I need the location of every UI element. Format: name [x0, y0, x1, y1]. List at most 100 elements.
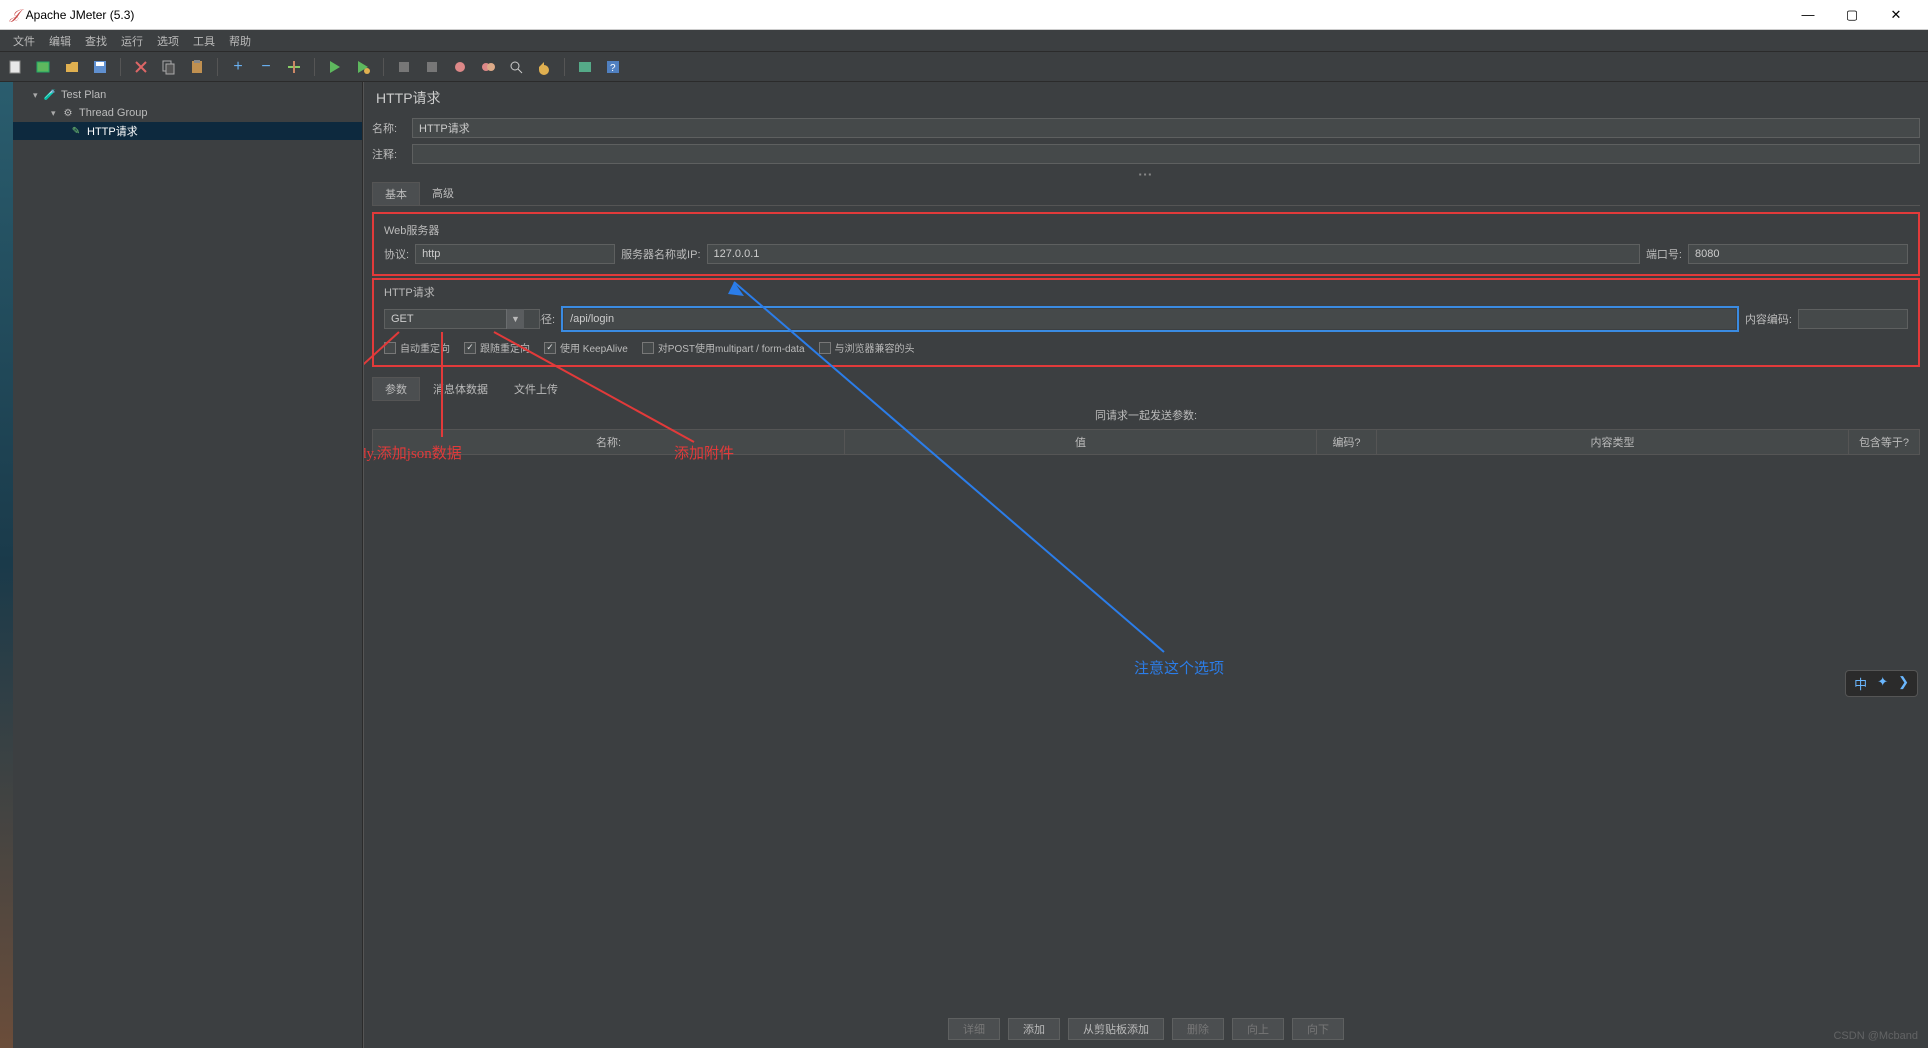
cb-label: 跟随重定向	[480, 340, 530, 355]
menu-search[interactable]: 查找	[78, 33, 114, 49]
reset-search-icon[interactable]	[534, 57, 554, 77]
gear-icon: ⚙	[61, 106, 75, 120]
cb-keepalive[interactable]: ✓	[544, 342, 556, 354]
comment-label: 注释:	[372, 146, 406, 162]
tree-label: HTTP请求	[87, 123, 138, 139]
paste-button[interactable]: 从剪贴板添加	[1068, 1018, 1164, 1040]
name-input[interactable]	[412, 118, 1920, 138]
caret-icon: ▾	[51, 108, 61, 119]
name-label: 名称:	[372, 120, 406, 136]
menu-edit[interactable]: 编辑	[42, 33, 78, 49]
collapse-icon[interactable]: −	[256, 57, 276, 77]
cb-auto-redirect[interactable]	[384, 342, 396, 354]
float-tool-2[interactable]: ✦	[1877, 674, 1888, 693]
cb-multipart[interactable]	[642, 342, 654, 354]
enc-label: 内容编码:	[1745, 311, 1792, 327]
window-title: Apache JMeter (5.3)	[26, 8, 1786, 22]
panel-title: HTTP请求	[372, 82, 1920, 118]
menu-run[interactable]: 运行	[114, 33, 150, 49]
search-icon[interactable]	[506, 57, 526, 77]
help-icon[interactable]: ?	[603, 57, 623, 77]
col-encode: 编码?	[1317, 430, 1377, 454]
flask-icon: 🧪	[43, 88, 57, 102]
cb-label: 与浏览器兼容的头	[835, 340, 915, 355]
start-icon[interactable]	[325, 57, 345, 77]
grid-caption: 同请求一起发送参数:	[372, 401, 1920, 429]
caret-icon: ▾	[33, 90, 43, 101]
watermark: CSDN @Mcband	[1833, 1030, 1918, 1042]
app-icon: 𝒥	[10, 6, 20, 23]
float-tool-1[interactable]: 中	[1854, 674, 1867, 693]
http-legend: HTTP请求	[384, 284, 1908, 300]
clear-all-icon[interactable]	[478, 57, 498, 77]
down-button[interactable]: 向下	[1292, 1018, 1344, 1040]
float-tool-3[interactable]: ❯	[1898, 674, 1909, 693]
cb-label: 对POST使用multipart / form-data	[658, 340, 805, 355]
svg-text:?: ?	[610, 63, 616, 74]
button-row: 详细 添加 从剪贴板添加 删除 向上 向下	[364, 1018, 1928, 1040]
floating-toolbar[interactable]: 中 ✦ ❯	[1845, 670, 1918, 697]
stop-icon[interactable]	[394, 57, 414, 77]
web-legend: Web服务器	[384, 222, 1908, 238]
grid-header: 名称: 值 编码? 内容类型 包含等于?	[372, 429, 1920, 455]
enc-input[interactable]	[1798, 309, 1908, 329]
web-server-group: Web服务器 协议: 服务器名称或IP: 端口号:	[372, 212, 1920, 276]
cb-follow-redirect[interactable]: ✓	[464, 342, 476, 354]
up-button[interactable]: 向上	[1232, 1018, 1284, 1040]
paste-icon[interactable]	[187, 57, 207, 77]
comment-input[interactable]	[412, 144, 1920, 164]
expand-icon[interactable]: +	[228, 57, 248, 77]
menu-file[interactable]: 文件	[6, 33, 42, 49]
shutdown-icon[interactable]	[422, 57, 442, 77]
start-no-timers-icon[interactable]	[353, 57, 373, 77]
col-value: 值	[845, 430, 1317, 454]
port-label: 端口号:	[1646, 246, 1682, 262]
close-button[interactable]: ✕	[1874, 7, 1918, 23]
tree-http-request[interactable]: ✎ HTTP请求	[13, 122, 362, 140]
delete-button[interactable]: 删除	[1172, 1018, 1224, 1040]
col-content-type: 内容类型	[1377, 430, 1849, 454]
tab-params[interactable]: 参数	[372, 377, 420, 401]
tree-thread-group[interactable]: ▾ ⚙ Thread Group	[13, 104, 362, 122]
dropdown-icon[interactable]: ▼	[506, 309, 524, 329]
menu-help[interactable]: 帮助	[222, 33, 258, 49]
protocol-input[interactable]	[415, 244, 615, 264]
toggle-icon[interactable]	[284, 57, 304, 77]
annot-notice: 注意这个选项	[1134, 657, 1224, 678]
minimize-button[interactable]: —	[1786, 7, 1830, 22]
maximize-button[interactable]: ▢	[1830, 7, 1874, 23]
col-name: 名称:	[373, 430, 845, 454]
tree-label: Test Plan	[61, 89, 106, 101]
tab-basic[interactable]: 基本	[372, 182, 420, 205]
cut-icon[interactable]	[131, 57, 151, 77]
host-input[interactable]	[707, 244, 1640, 264]
resize-grip[interactable]: ▪▪▪	[372, 170, 1920, 180]
tree-test-plan[interactable]: ▾ 🧪 Test Plan	[13, 86, 362, 104]
host-label: 服务器名称或IP:	[621, 246, 700, 262]
path-input[interactable]	[564, 309, 1736, 329]
add-button[interactable]: 添加	[1008, 1018, 1060, 1040]
toolbar: + − ?	[0, 52, 1928, 82]
open-icon[interactable]	[62, 57, 82, 77]
cb-label: 自动重定向	[400, 340, 450, 355]
copy-icon[interactable]	[159, 57, 179, 77]
templates-icon[interactable]	[34, 57, 54, 77]
menu-tools[interactable]: 工具	[186, 33, 222, 49]
cb-browser-compat[interactable]	[819, 342, 831, 354]
port-input[interactable]	[1688, 244, 1908, 264]
tab-file-upload[interactable]: 文件上传	[501, 377, 571, 401]
clear-icon[interactable]	[450, 57, 470, 77]
detail-button[interactable]: 详细	[948, 1018, 1000, 1040]
menu-options[interactable]: 选项	[150, 33, 186, 49]
protocol-label: 协议:	[384, 246, 409, 262]
http-request-group: HTTP请求 ▼ 路径: 内容编码: 自动重定向 ✓跟随重定向	[372, 278, 1920, 367]
tree-panel: ▾ 🧪 Test Plan ▾ ⚙ Thread Group ✎ HTTP请求	[13, 82, 363, 1048]
col-equals: 包含等于?	[1849, 430, 1919, 454]
tab-body-data[interactable]: 消息体数据	[420, 377, 501, 401]
function-helper-icon[interactable]	[575, 57, 595, 77]
save-icon[interactable]	[90, 57, 110, 77]
tree-label: Thread Group	[79, 107, 147, 119]
new-icon[interactable]	[6, 57, 26, 77]
tab-advanced[interactable]: 高级	[420, 182, 466, 205]
pipette-icon: ✎	[69, 124, 83, 138]
